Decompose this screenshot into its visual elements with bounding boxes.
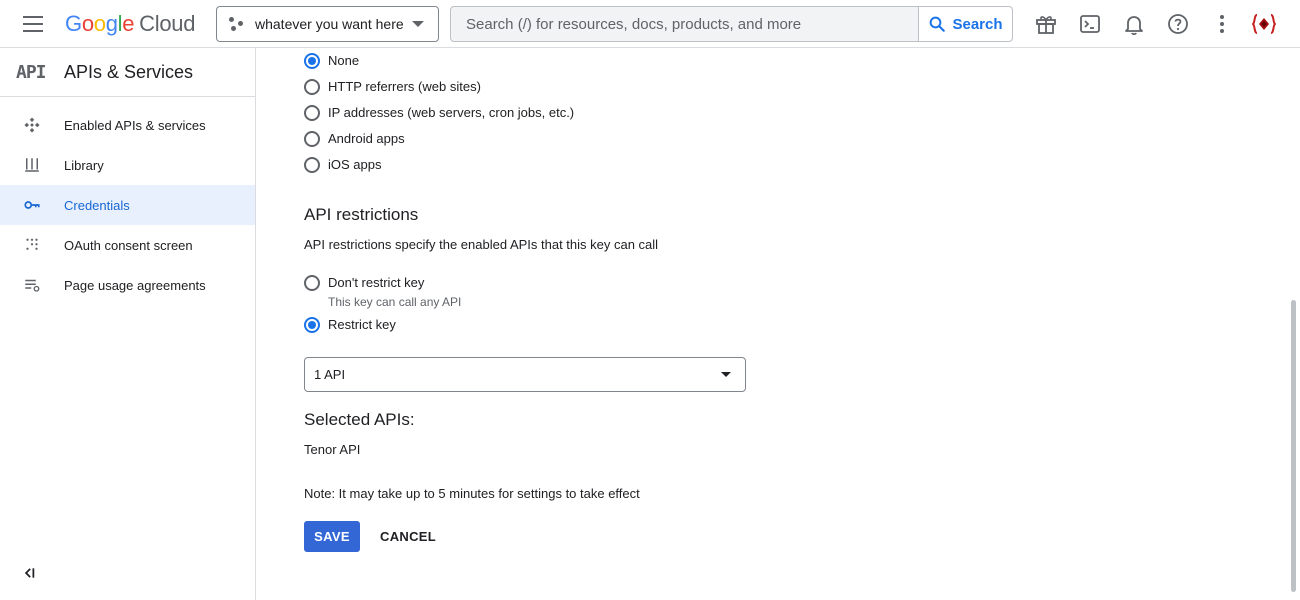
app-restriction-ip-addresses[interactable]: IP addresses (web servers, cron jobs, et… — [304, 105, 574, 121]
radio-button[interactable] — [304, 79, 320, 95]
radio-button[interactable] — [304, 317, 320, 333]
sidebar-item-label: OAuth consent screen — [64, 237, 193, 253]
api-select-value: 1 API — [314, 367, 346, 382]
app-restriction-http-referrers[interactable]: HTTP referrers (web sites) — [304, 79, 481, 95]
sidebar-item-oauth-consent[interactable]: OAuth consent screen — [0, 225, 255, 265]
sidebar-title: APIs & Services — [64, 61, 194, 82]
scrollbar-thumb[interactable] — [1291, 300, 1296, 592]
search-box: Search — [450, 6, 1013, 42]
sidebar-item-label: Page usage agreements — [64, 277, 206, 293]
radio-button[interactable] — [304, 157, 320, 173]
api-select-dropdown[interactable]: 1 API — [304, 357, 746, 392]
chevron-down-icon — [721, 372, 731, 377]
radio-label: iOS apps — [328, 157, 382, 172]
radio-button[interactable] — [304, 275, 320, 291]
save-button[interactable]: SAVE — [304, 521, 360, 552]
sidebar-item-page-usage[interactable]: Page usage agreements — [0, 265, 255, 305]
search-button[interactable]: Search — [918, 7, 1012, 41]
app-restriction-ios-apps[interactable]: iOS apps — [304, 157, 381, 173]
search-icon — [930, 16, 946, 32]
sidebar-item-label: Enabled APIs & services — [64, 117, 206, 133]
collapse-icon — [24, 568, 35, 578]
radio-label: Restrict key — [328, 317, 396, 332]
oauth-icon — [22, 235, 42, 255]
radio-sublabel: This key can call any API — [328, 295, 462, 309]
sidebar-nav: Enabled APIs & services Library Credenti… — [0, 97, 255, 305]
search-button-label: Search — [952, 15, 1003, 33]
app-restriction-none[interactable]: None — [304, 53, 359, 69]
sidebar-item-enabled-apis[interactable]: Enabled APIs & services — [0, 105, 255, 145]
api-restriction-dont-restrict[interactable]: Don't restrict key This key can call any… — [304, 275, 461, 309]
settings-note: Note: It may take up to 5 minutes for se… — [304, 486, 640, 501]
api-restriction-restrict-key[interactable]: Restrict key — [304, 317, 396, 333]
project-icon — [229, 16, 245, 32]
notifications-icon[interactable] — [1122, 12, 1146, 36]
scrollbar[interactable] — [1287, 48, 1300, 600]
collapse-sidebar-button[interactable] — [22, 566, 42, 584]
app-restriction-android-apps[interactable]: Android apps — [304, 131, 405, 147]
enabled-apis-icon — [22, 115, 42, 135]
account-avatar[interactable] — [1252, 12, 1276, 36]
search-input[interactable] — [451, 7, 918, 41]
radio-label: HTTP referrers (web sites) — [328, 79, 481, 94]
main-content: None HTTP referrers (web sites) IP addre… — [256, 48, 1287, 600]
radio-label: Android apps — [328, 131, 405, 146]
radio-label: IP addresses (web servers, cron jobs, et… — [328, 105, 575, 120]
sidebar-header: API APIs & Services — [0, 48, 255, 97]
radio-label: None — [328, 53, 360, 68]
top-bar: Google Cloud whatever you want here Searc… — [0, 0, 1300, 48]
radio-button[interactable] — [304, 131, 320, 147]
api-logo-icon: API — [16, 61, 47, 83]
sidebar-item-label: Credentials — [64, 197, 130, 213]
sidebar-item-library[interactable]: Library — [0, 145, 255, 185]
cloud-shell-icon[interactable] — [1078, 12, 1102, 36]
selected-api-item: Tenor API — [304, 442, 361, 457]
more-vert-icon[interactable] — [1210, 12, 1234, 36]
selected-apis-heading: Selected APIs: — [304, 410, 415, 429]
google-cloud-logo[interactable]: Google Cloud — [65, 11, 195, 37]
radio-label: Don't restrict key — [328, 275, 425, 290]
help-icon[interactable] — [1166, 12, 1190, 36]
sidebar: API APIs & Services Enabled APIs & servi… — [0, 48, 256, 600]
api-restrictions-heading: API restrictions — [304, 205, 419, 224]
sidebar-item-label: Library — [64, 157, 104, 173]
cancel-button[interactable]: CANCEL — [372, 521, 444, 552]
chevron-down-icon — [412, 21, 424, 27]
sidebar-item-credentials[interactable]: Credentials — [0, 185, 255, 225]
project-picker[interactable]: whatever you want here — [216, 6, 439, 42]
page-usage-icon — [22, 275, 42, 295]
radio-button[interactable] — [304, 105, 320, 121]
library-icon — [22, 155, 42, 175]
key-icon — [22, 195, 42, 215]
gift-icon[interactable] — [1034, 12, 1058, 36]
main-menu-button[interactable] — [18, 12, 50, 36]
project-name: whatever you want here — [255, 16, 404, 32]
api-restrictions-description: API restrictions specify the enabled API… — [304, 237, 659, 252]
radio-button[interactable] — [304, 53, 320, 69]
